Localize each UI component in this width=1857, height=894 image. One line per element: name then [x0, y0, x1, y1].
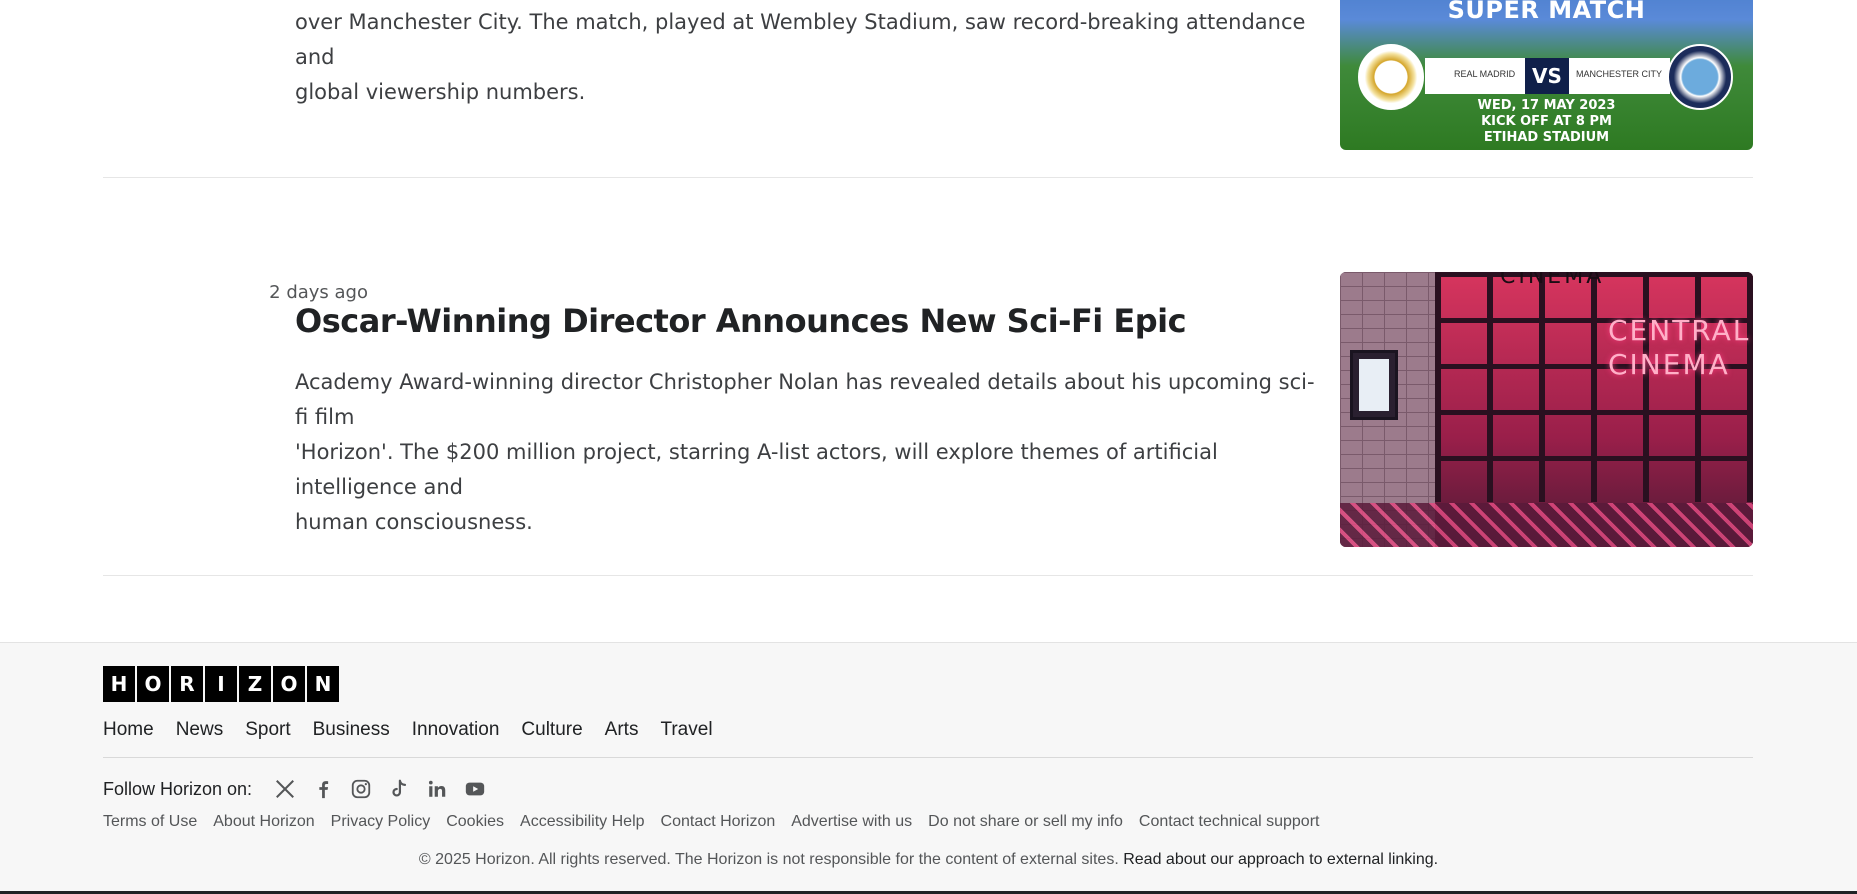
logo-letter: O: [273, 666, 305, 702]
about-link[interactable]: About Horizon: [213, 813, 314, 831]
footer-nav-business[interactable]: Business: [313, 719, 390, 741]
accessibility-help-link[interactable]: Accessibility Help: [520, 813, 644, 831]
footer-nav: Home News Sport Business Innovation Cult…: [103, 719, 713, 741]
footer-nav-travel[interactable]: Travel: [660, 719, 712, 741]
cookies-link[interactable]: Cookies: [446, 813, 504, 831]
logo-letter: I: [205, 666, 237, 702]
follow-label: Follow Horizon on:: [103, 778, 253, 799]
footer-nav-arts[interactable]: Arts: [605, 719, 639, 741]
article-card[interactable]: over Manchester City. The match, played …: [103, 0, 1753, 178]
terms-of-use-link[interactable]: Terms of Use: [103, 813, 197, 831]
site-footer: H O R I Z O N Home News Sport Business I…: [0, 642, 1857, 894]
contact-link[interactable]: Contact Horizon: [661, 813, 776, 831]
instagram-icon[interactable]: [342, 776, 380, 802]
article-summary: Academy Award-winning director Christoph…: [295, 370, 1315, 534]
poster-title: SUPER MATCH: [1447, 0, 1646, 24]
advertise-link[interactable]: Advertise with us: [791, 813, 912, 831]
versus-label: VS: [1525, 58, 1569, 94]
window-frame: [1435, 272, 1753, 502]
article-headline[interactable]: Oscar-Winning Director Announces New Sci…: [295, 302, 1295, 340]
linkedin-icon[interactable]: [418, 776, 456, 802]
cinema-sign: CINEMA: [1500, 272, 1605, 289]
match-poster-image: SUPER MATCH REAL MADRID VS MANCHESTER CI…: [1340, 0, 1753, 150]
logo-letter: Z: [239, 666, 271, 702]
external-linking-link[interactable]: Read about our approach to external link…: [1123, 851, 1438, 868]
tiktok-icon[interactable]: [380, 776, 418, 802]
youtube-icon[interactable]: [456, 776, 494, 802]
poster-date: WED, 17 MAY 2023 KICK OFF AT 8 PM ETIHAD…: [1477, 98, 1616, 145]
article-image[interactable]: CINEMA CENTRAL CINEMA: [1340, 272, 1753, 547]
footer-nav-news[interactable]: News: [176, 719, 224, 741]
footer-nav-home[interactable]: Home: [103, 719, 154, 741]
logo-letter: H: [103, 666, 135, 702]
horizon-logo[interactable]: H O R I Z O N: [103, 666, 339, 702]
cinema-image: CINEMA CENTRAL CINEMA: [1340, 272, 1753, 547]
logo-letter: R: [171, 666, 203, 702]
team-right-label: MANCHESTER CITY: [1575, 69, 1662, 79]
social-follow: Follow Horizon on:: [103, 776, 494, 802]
article-summary: over Manchester City. The match, played …: [295, 10, 1306, 104]
do-not-sell-link[interactable]: Do not share or sell my info: [928, 813, 1123, 831]
facebook-icon[interactable]: [304, 776, 342, 802]
technical-support-link[interactable]: Contact technical support: [1139, 813, 1320, 831]
poster-frame: [1350, 350, 1398, 420]
article-image[interactable]: SUPER MATCH REAL MADRID VS MANCHESTER CI…: [1340, 0, 1753, 150]
footer-nav-innovation[interactable]: Innovation: [412, 719, 500, 741]
poster-teams-band: REAL MADRID VS MANCHESTER CITY: [1425, 58, 1670, 94]
neon-sign: CENTRAL CINEMA: [1608, 314, 1751, 381]
logo-letter: O: [137, 666, 169, 702]
legal-links: Terms of Use About Horizon Privacy Polic…: [103, 813, 1319, 831]
logo-letter: N: [307, 666, 339, 702]
footer-nav-sport[interactable]: Sport: [245, 719, 290, 741]
copyright-text: © 2025 Horizon. All rights reserved. The…: [418, 851, 1439, 868]
x-icon[interactable]: [266, 776, 304, 802]
footer-divider: [103, 757, 1753, 758]
privacy-policy-link[interactable]: Privacy Policy: [331, 813, 431, 831]
article-card[interactable]: 2 days ago Oscar-Winning Director Announ…: [103, 178, 1753, 576]
footer-nav-culture[interactable]: Culture: [521, 719, 582, 741]
article-timestamp: 2 days ago: [269, 282, 368, 303]
team-left-label: REAL MADRID: [1454, 69, 1516, 79]
cinema-floor: [1340, 503, 1753, 547]
